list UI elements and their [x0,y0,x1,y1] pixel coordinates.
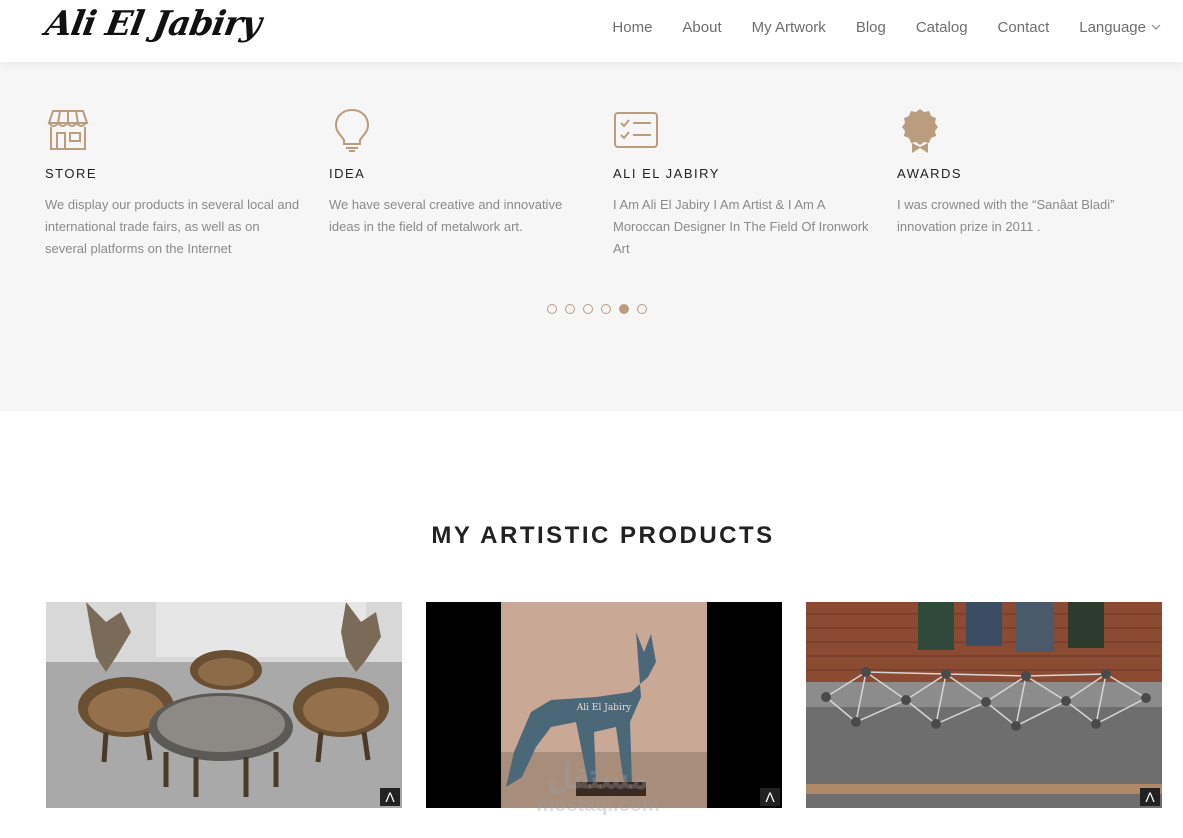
nav-home[interactable]: Home [612,19,652,36]
feature-title: IDEA [329,166,366,181]
nav-my-artwork[interactable]: My Artwork [752,19,826,36]
feature-awards: AWARDS I was crowned with the “Sanâat Bl… [897,107,1157,238]
nav-about[interactable]: About [682,19,721,36]
nav-language[interactable]: Language [1079,19,1161,36]
product-card-structure[interactable]: Λ [806,602,1162,808]
feature-desc: I was crowned with the “Sanâat Bladi” in… [897,197,1115,234]
feature-title: AWARDS [897,166,963,181]
site-header: Ali El Jabiry Home About My Artwork Blog… [0,0,1183,62]
fox-caption: Ali El Jabiry [576,703,632,713]
carousel-dot[interactable] [583,304,593,314]
feature-idea: IDEA We have several creative and innova… [329,107,589,238]
carousel-dot-active[interactable] [619,304,629,314]
feature-desc: We have several creative and innovative … [329,197,563,234]
nav-language-label: Language [1079,18,1146,36]
carousel-dot[interactable] [637,304,647,314]
chevron-down-icon [1151,24,1161,30]
carousel-dot[interactable] [601,304,611,314]
nav-contact[interactable]: Contact [998,19,1050,36]
store-icon [47,110,89,150]
main-nav: Home About My Artwork Blog Catalog Conta… [582,0,1161,54]
feature-desc: We display our products in several local… [45,197,300,256]
nav-catalog[interactable]: Catalog [916,19,968,36]
carousel-dot[interactable] [565,304,575,314]
product-image-structure [806,602,1162,808]
carousel-dots [547,304,655,314]
feature-desc: I Am Ali El Jabiry I Am Artist & I Am A … [613,197,869,256]
site-watermark: مستقل mostaql.com [518,760,678,817]
watermark-badge: Λ [760,788,780,806]
feature-title: STORE [45,166,98,181]
nav-blog[interactable]: Blog [856,19,886,36]
watermark-badge: Λ [380,788,400,806]
features-band: STORE We display our products in several… [0,62,1183,411]
checklist-icon [614,112,658,148]
section-title: MY ARTISTIC PRODUCTS [431,521,775,549]
watermark-arabic: مستقل [547,758,649,796]
product-card-chairs[interactable]: Λ [46,602,402,808]
feature-title: ALI EL JABIRY [613,166,720,181]
feature-store: STORE We display our products in several… [45,107,305,260]
lightbulb-icon [334,108,370,152]
carousel-dot[interactable] [547,304,557,314]
product-image-chairs [46,602,402,808]
watermark-badge: Λ [1140,788,1160,806]
feature-about: ALI EL JABIRY I Am Ali El Jabiry I Am Ar… [613,107,873,260]
watermark-latin: mostaql.com [536,794,660,816]
site-logo[interactable]: Ali El Jabiry [42,4,263,44]
award-icon [902,109,938,153]
